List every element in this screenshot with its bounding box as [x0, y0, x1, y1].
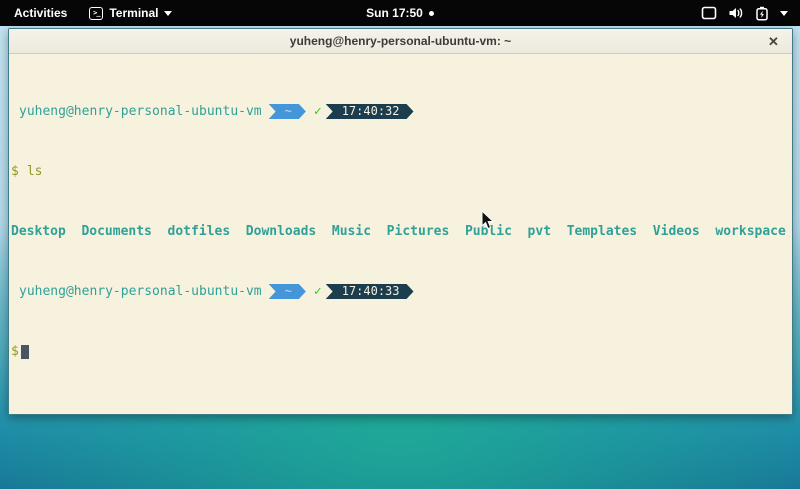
- system-status-menu[interactable]: [701, 0, 800, 26]
- activities-button[interactable]: Activities: [10, 0, 71, 26]
- command-text: ls: [27, 164, 43, 179]
- top-bar: Activities >_ Terminal Sun 17:50: [0, 0, 800, 26]
- notification-dot-icon: [429, 11, 434, 16]
- window-title: yuheng@henry-personal-ubuntu-vm: ~: [290, 34, 511, 48]
- ls-output: Desktop Documents dotfiles Downloads Mus…: [11, 224, 792, 239]
- prompt-cwd-segment: ~: [269, 104, 306, 119]
- app-menu-terminal[interactable]: >_ Terminal: [85, 0, 176, 26]
- close-button[interactable]: ✕: [764, 32, 783, 51]
- terminal-window: yuheng@henry-personal-ubuntu-vm: ~ ✕ yuh…: [8, 28, 793, 415]
- shell-prompt-symbol: $: [11, 164, 19, 179]
- chevron-down-icon: [164, 11, 172, 16]
- chevron-down-icon: [780, 11, 788, 16]
- battery-charging-icon: [755, 6, 769, 21]
- status-check-icon: ✓: [314, 104, 322, 119]
- app-menu-label: Terminal: [109, 6, 158, 20]
- terminal-content[interactable]: yuheng@henry-personal-ubuntu-vm ~ ✓ 17:4…: [9, 54, 792, 414]
- status-check-icon: ✓: [314, 284, 322, 299]
- prompt-time-segment: 17:40:33: [326, 284, 414, 299]
- prompt-time-segment: 17:40:32: [326, 104, 414, 119]
- prompt-user-host: yuheng@henry-personal-ubuntu-vm: [19, 104, 262, 119]
- terminal-icon: >_: [89, 7, 103, 20]
- current-command-line: $: [11, 344, 792, 359]
- clock-label[interactable]: Sun 17:50: [366, 6, 423, 20]
- prompt-line-2: yuheng@henry-personal-ubuntu-vm ~ ✓ 17:4…: [11, 284, 792, 299]
- prompt-line-1: yuheng@henry-personal-ubuntu-vm ~ ✓ 17:4…: [11, 104, 792, 119]
- prompt-cwd-segment: ~: [269, 284, 306, 299]
- activities-label: Activities: [14, 6, 67, 20]
- shell-prompt-symbol: $: [11, 344, 19, 359]
- screen-icon: [701, 6, 717, 20]
- terminal-cursor: [21, 345, 29, 359]
- prompt-user-host: yuheng@henry-personal-ubuntu-vm: [19, 284, 262, 299]
- window-titlebar[interactable]: yuheng@henry-personal-ubuntu-vm: ~ ✕: [9, 29, 792, 54]
- command-line: $ ls: [11, 164, 792, 179]
- volume-icon: [728, 6, 744, 20]
